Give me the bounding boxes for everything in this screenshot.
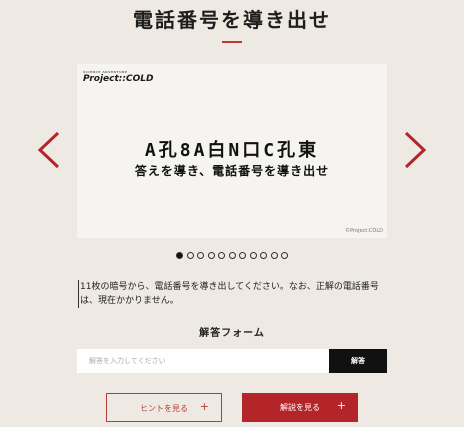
carousel-prev-button[interactable] [34, 130, 66, 170]
carousel-slide: SCIENCE ADVENTURE Project::COLD A孔8A白N口C… [77, 64, 387, 238]
carousel-dot[interactable] [207, 252, 215, 259]
explanation-button[interactable]: 解説を見る + [242, 393, 358, 422]
hint-button[interactable]: ヒントを見る + [106, 393, 222, 422]
answer-form-title: 解答フォーム [199, 328, 265, 339]
title-divider [222, 41, 242, 43]
plus-icon: + [336, 399, 346, 412]
answer-submit-button[interactable]: 解答 [329, 349, 387, 373]
carousel-pagination [0, 252, 464, 260]
carousel-dot[interactable] [176, 252, 183, 259]
carousel-dot[interactable] [228, 252, 236, 259]
chevron-right-icon [404, 131, 427, 169]
chevron-left-icon [37, 131, 60, 169]
carousel-dot[interactable] [186, 252, 194, 259]
logo-title: Project::COLD [83, 74, 154, 84]
carousel-dot[interactable] [249, 252, 257, 259]
copyright-text: ©Project:COLD [345, 228, 383, 234]
project-cold-logo: SCIENCE ADVENTURE Project::COLD [83, 70, 153, 84]
carousel-next-button[interactable] [398, 130, 430, 170]
carousel-dot[interactable] [270, 252, 278, 259]
carousel-dot[interactable] [197, 252, 204, 259]
carousel-dot[interactable] [239, 252, 246, 259]
description-text: 11枚の暗号から、電話番号を導き出してください。なお、正解の電話番号は、現在かか… [78, 280, 390, 308]
answer-input[interactable] [77, 349, 329, 373]
carousel-dot[interactable] [218, 252, 225, 259]
carousel-dot[interactable] [260, 252, 267, 259]
page-title: 電話番号を導き出せ [133, 8, 331, 32]
carousel-dot[interactable] [281, 252, 288, 259]
cipher-text: A孔8A白N口C孔東 [144, 140, 320, 161]
cipher-prompt: 答えを導き、電話番号を導き出せ [134, 164, 330, 178]
plus-icon: + [199, 400, 209, 413]
